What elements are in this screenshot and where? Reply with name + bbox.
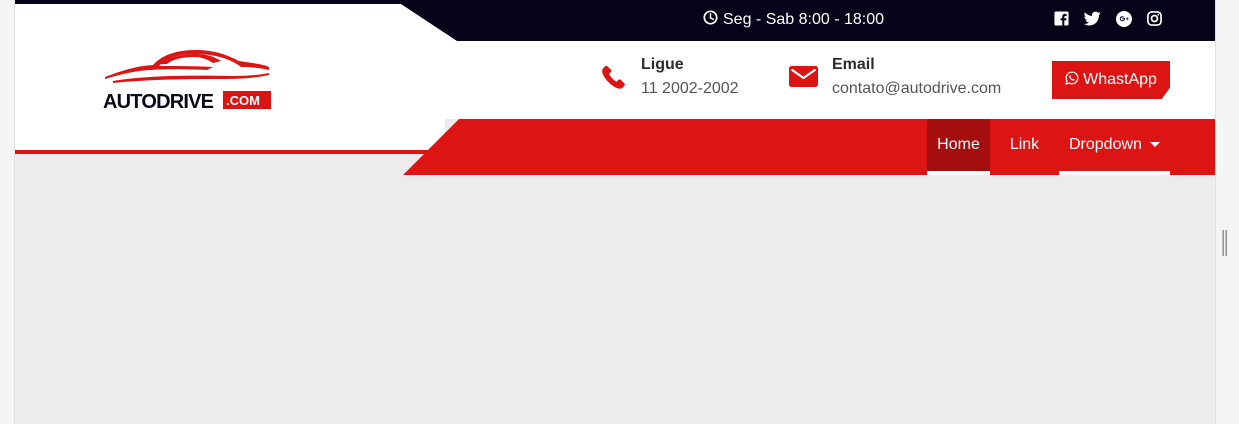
contact-phone-value[interactable]: 11 2002-2002 [641, 80, 739, 98]
contact-email-title: Email [832, 56, 875, 73]
whatsapp-label: WhastApp [1083, 71, 1157, 88]
twitter-icon[interactable] [1083, 11, 1101, 31]
facebook-icon[interactable] [1054, 11, 1069, 31]
envelope-icon [789, 66, 819, 93]
whatsapp-icon [1065, 70, 1079, 90]
instagram-icon[interactable] [1147, 11, 1162, 31]
nav-item-home-label: Home [937, 136, 980, 153]
whatsapp-button[interactable]: WhastApp [1052, 61, 1170, 99]
nav-dropdown-underline [1059, 171, 1170, 175]
nav-home-underline [927, 171, 990, 175]
chevron-down-icon [1149, 141, 1160, 147]
phone-icon [600, 62, 628, 97]
nav-item-dropdown-label: Dropdown [1069, 136, 1142, 153]
nav-item-dropdown[interactable]: Dropdown [1059, 119, 1170, 171]
autodrive-logo[interactable]: AUTODRIVE .COM [103, 48, 273, 113]
header-logo-strip [15, 119, 445, 150]
contact-phone-title: Ligue [641, 56, 684, 73]
scrollbar-grip[interactable] [1222, 230, 1228, 256]
main-nav: Home Link Dropdown [927, 119, 1170, 171]
contact-email-value[interactable]: contato@autodrive.com [832, 80, 1001, 98]
opening-hours: Seg - Sab 8:00 - 18:00 [703, 9, 884, 31]
header-accent-line [15, 150, 435, 154]
clock-icon [703, 9, 718, 31]
svg-text:AUTODRIVE: AUTODRIVE [103, 91, 214, 112]
nav-item-home[interactable]: Home [927, 119, 990, 171]
page: Seg - Sab 8:00 - 18:00 AUTODRIVE .COM Li… [15, 0, 1215, 424]
nav-item-link-label: Link [1009, 136, 1040, 153]
google-plus-icon[interactable] [1116, 11, 1132, 32]
nav-item-link[interactable]: Link [990, 119, 1059, 171]
opening-hours-text: Seg - Sab 8:00 - 18:00 [723, 11, 884, 28]
svg-text:.COM: .COM [226, 93, 260, 108]
